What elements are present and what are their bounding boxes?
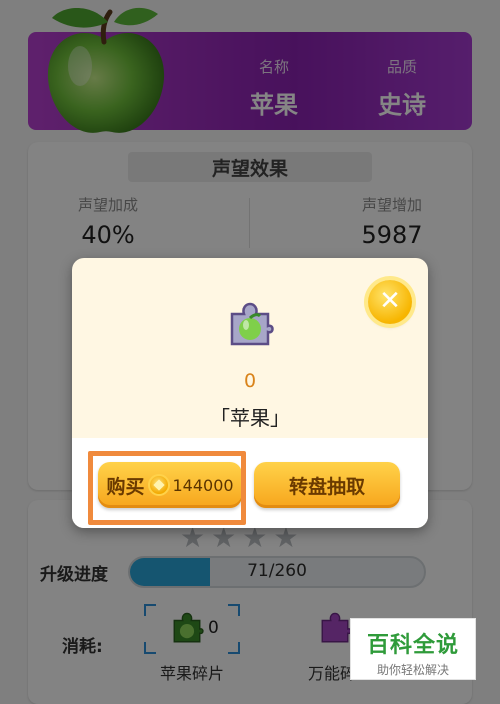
spin-draw-button[interactable]: 转盘抽取: [254, 462, 400, 508]
fragment-title: 「苹果」: [210, 406, 290, 430]
fragment-owned-count: 0: [243, 370, 257, 392]
watermark-logo: 百科全说 助你轻松解决: [350, 618, 476, 680]
watermark-main: 百科全说: [366, 633, 459, 658]
apple-fragment-icon: [230, 302, 274, 346]
buy-button-highlight: [88, 451, 246, 525]
watermark-sub: 助你轻松解决: [376, 663, 449, 677]
close-icon[interactable]: ✕: [368, 280, 412, 324]
spin-label: 转盘抽取: [288, 475, 365, 498]
